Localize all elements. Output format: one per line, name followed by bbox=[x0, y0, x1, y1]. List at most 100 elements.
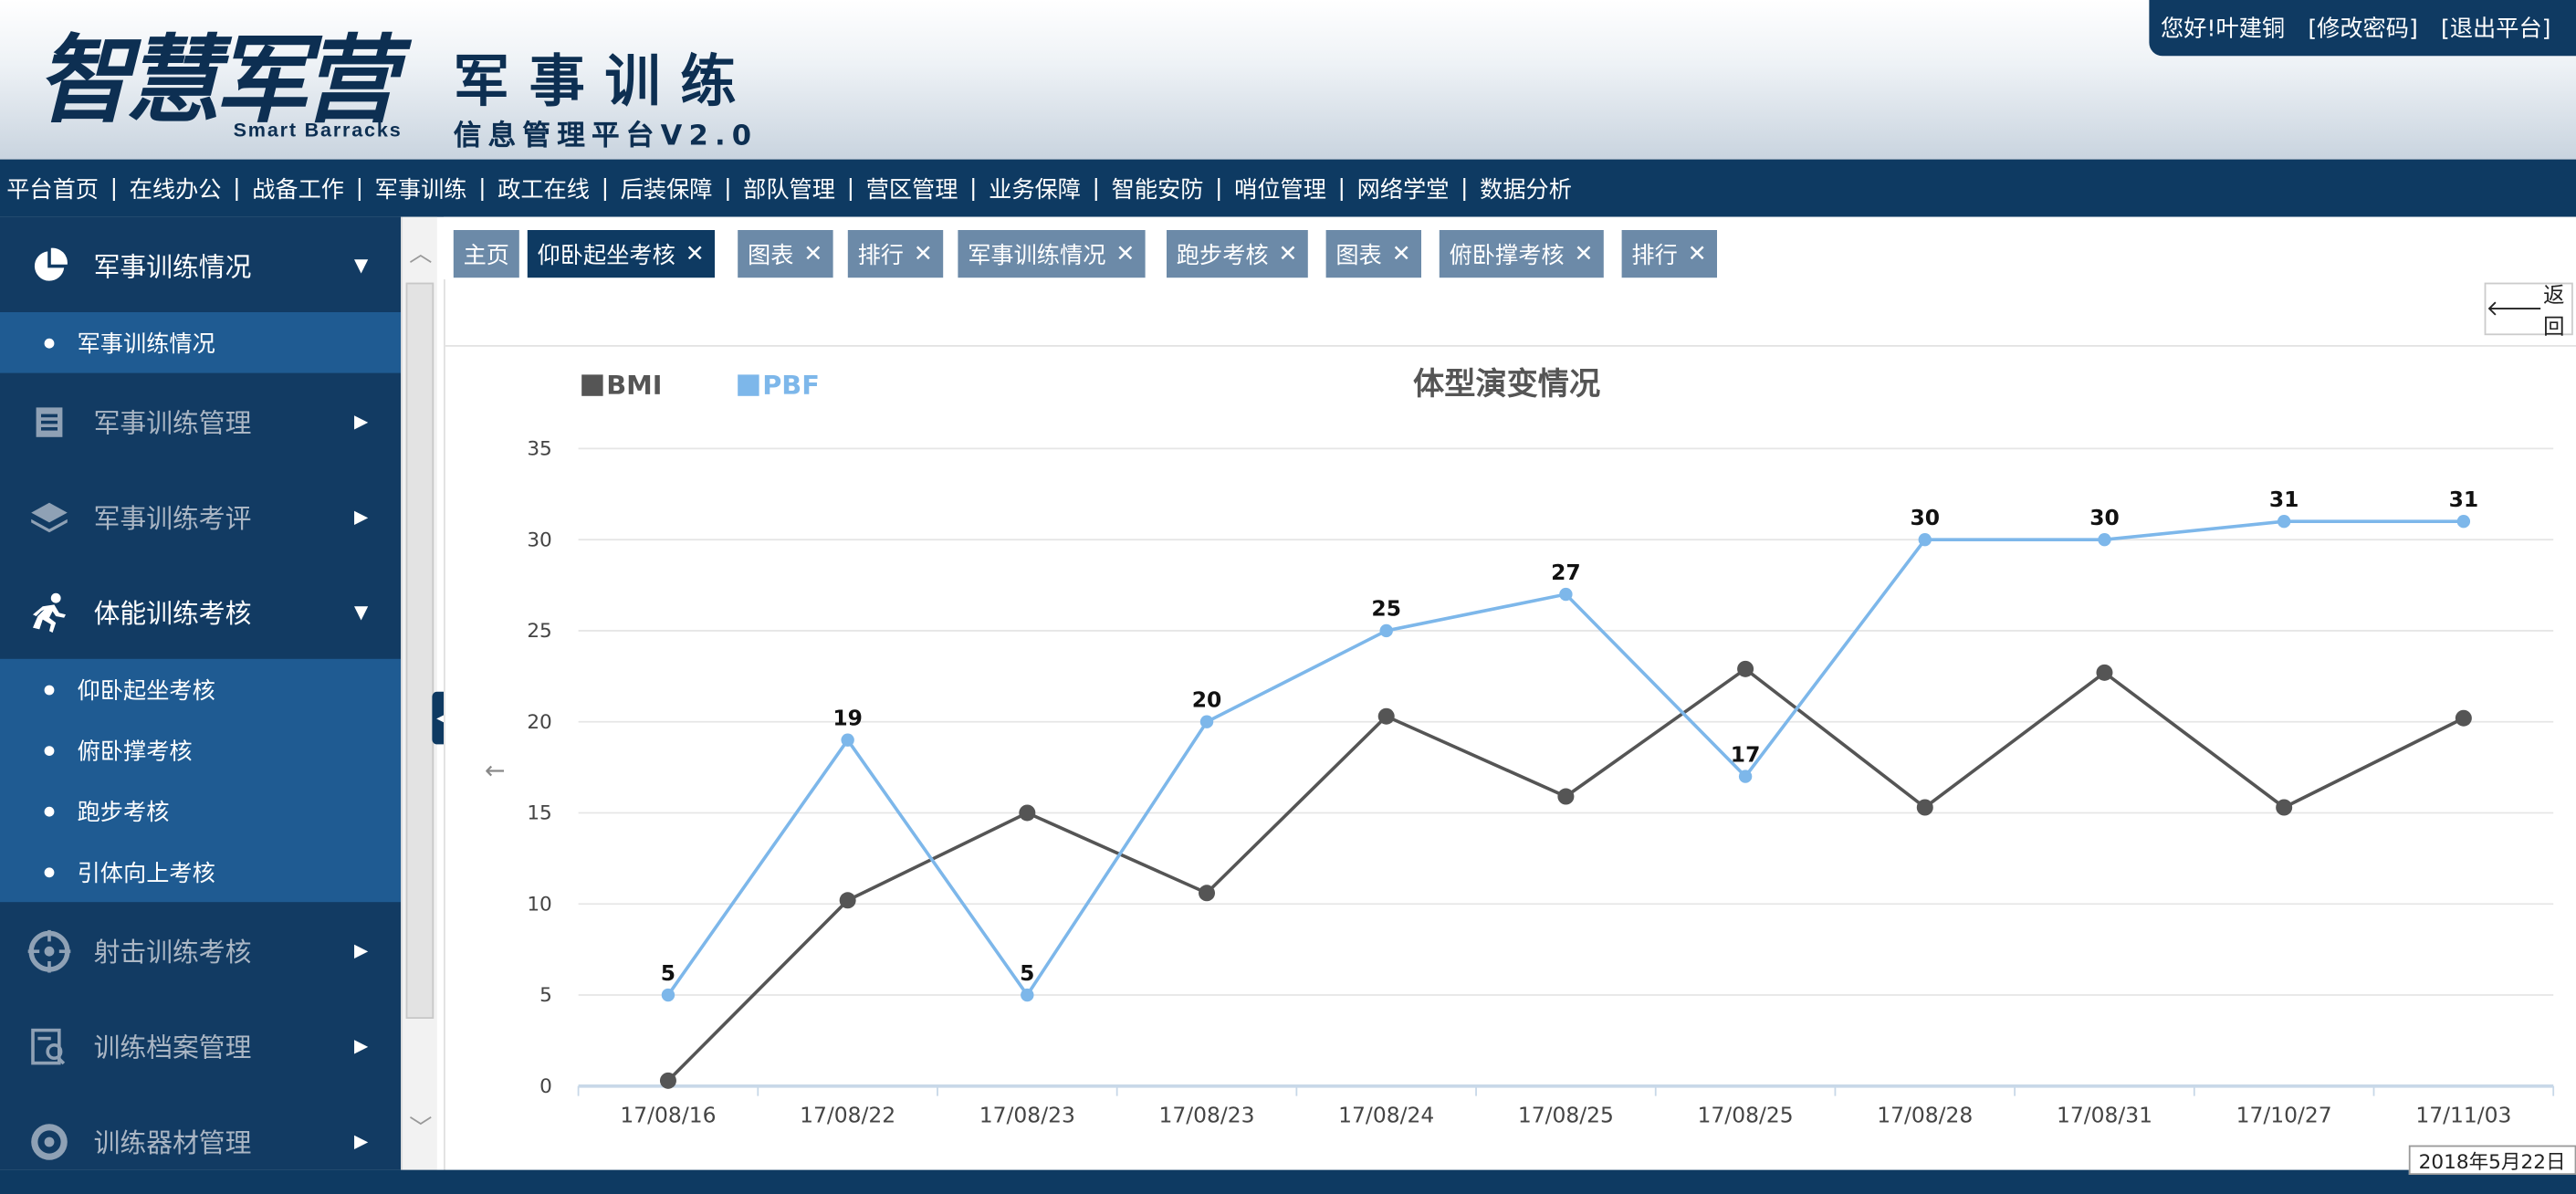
nav-separator: | bbox=[846, 174, 855, 202]
nav-item[interactable]: 战备工作 bbox=[246, 172, 351, 204]
close-icon[interactable]: ✕ bbox=[803, 241, 822, 267]
data-point bbox=[1737, 660, 1754, 677]
nav-item[interactable]: 平台首页 bbox=[0, 172, 105, 204]
tab[interactable]: 军事训练情况 ✕ bbox=[958, 230, 1146, 278]
user-panel: 您好!叶建铜 [修改密码] [退出平台] bbox=[2149, 0, 2576, 57]
data-point bbox=[1916, 799, 1933, 816]
bullet-icon bbox=[44, 337, 55, 348]
x-tick-label: 17/10/27 bbox=[2236, 1102, 2332, 1127]
nav-item[interactable]: 军事训练 bbox=[368, 172, 473, 204]
tab[interactable]: 仰卧起坐考核 ✕ bbox=[527, 230, 715, 278]
tab[interactable]: 跑步考核 ✕ bbox=[1167, 230, 1308, 278]
nav-item[interactable]: 后装保障 bbox=[613, 172, 718, 204]
bullet-icon bbox=[44, 684, 55, 695]
menu-training-eval[interactable]: 军事训练考评 ▶ bbox=[0, 468, 401, 563]
divider bbox=[445, 345, 2576, 347]
nav-item[interactable]: 数据分析 bbox=[1473, 172, 1578, 204]
app-header: 智慧军营 Smart Barracks 军事训练 信息管理平台V2.0 您好!叶… bbox=[0, 0, 2576, 160]
tab[interactable]: 图表 ✕ bbox=[1325, 230, 1421, 278]
data-point bbox=[1918, 532, 1932, 547]
data-label: 31 bbox=[2449, 487, 2479, 512]
logout-link[interactable]: [退出平台] bbox=[2441, 12, 2550, 45]
nav-item[interactable]: 智能安防 bbox=[1105, 172, 1209, 204]
target-icon bbox=[28, 1121, 71, 1164]
tab[interactable]: 排行 ✕ bbox=[1621, 230, 1717, 278]
nav-separator: | bbox=[1337, 174, 1346, 202]
data-point bbox=[2276, 799, 2293, 816]
legend-label: BMI bbox=[606, 370, 662, 401]
change-password-link[interactable]: [修改密码] bbox=[2308, 12, 2417, 45]
tab[interactable]: 主页 bbox=[453, 230, 519, 278]
data-point bbox=[1199, 885, 1216, 902]
close-icon[interactable]: ✕ bbox=[1688, 241, 1707, 267]
close-icon[interactable]: ✕ bbox=[1115, 241, 1135, 267]
data-point bbox=[659, 1072, 676, 1089]
scroll-up-icon[interactable]: ︿ bbox=[403, 236, 439, 269]
close-icon[interactable]: ✕ bbox=[1392, 241, 1411, 267]
nav-separator: | bbox=[110, 174, 119, 202]
y-tick-label: 25 bbox=[527, 620, 551, 643]
sidebar: 军事训练情况 ▼ 军事训练情况 军事训练管理 ▶ 军事训练考评 ▶ 体能训练考核… bbox=[0, 216, 402, 1170]
nav-separator: | bbox=[969, 174, 978, 202]
y-tick-label: 10 bbox=[527, 893, 551, 916]
y-tick-label: 20 bbox=[527, 711, 551, 734]
data-point bbox=[2456, 515, 2471, 529]
data-label: 19 bbox=[832, 705, 863, 730]
sidebar-item-label: 俯卧撑考核 bbox=[77, 738, 193, 765]
data-point bbox=[1379, 623, 1393, 638]
caret-down-icon: ▼ bbox=[353, 600, 369, 623]
data-label: 17 bbox=[1731, 741, 1761, 767]
menu-archive[interactable]: 训练档案管理 ▶ bbox=[0, 998, 401, 1093]
nav-item[interactable]: 业务保障 bbox=[982, 172, 1087, 204]
nav-separator: | bbox=[601, 174, 610, 202]
sidebar-item-training-status[interactable]: 军事训练情况 bbox=[0, 312, 401, 373]
nav-item[interactable]: 政工在线 bbox=[491, 172, 596, 204]
back-button[interactable]: 🡐 返回 bbox=[2484, 282, 2573, 340]
close-icon[interactable]: ✕ bbox=[686, 241, 705, 267]
menu-equipment-label: 训练器材管理 bbox=[93, 1126, 252, 1158]
y-tick-label: 15 bbox=[527, 802, 551, 825]
menu-training-status[interactable]: 军事训练情况 ▼ bbox=[0, 217, 401, 312]
caret-right-icon: ▶ bbox=[353, 505, 369, 527]
y-tick-label: 30 bbox=[527, 529, 551, 551]
nav-item[interactable]: 部队管理 bbox=[737, 172, 842, 204]
x-tick-label: 17/08/25 bbox=[1518, 1102, 1614, 1127]
tab[interactable]: 图表 ✕ bbox=[738, 230, 833, 278]
menu-fitness[interactable]: 体能训练考核 ▼ bbox=[0, 563, 401, 658]
tab[interactable]: 排行 ✕ bbox=[847, 230, 943, 278]
scroll-thumb[interactable] bbox=[405, 282, 435, 1020]
nav-item[interactable]: 在线办公 bbox=[122, 172, 227, 204]
close-icon[interactable]: ✕ bbox=[1278, 241, 1297, 267]
data-point bbox=[1559, 587, 1573, 602]
tab-label: 跑步考核 bbox=[1176, 242, 1269, 269]
close-icon[interactable]: ✕ bbox=[914, 241, 933, 267]
x-tick-label: 17/11/03 bbox=[2415, 1102, 2511, 1127]
scroll-down-icon[interactable]: ﹀ bbox=[403, 1111, 439, 1144]
nav-item[interactable]: 哨位管理 bbox=[1228, 172, 1333, 204]
bullet-icon bbox=[44, 866, 55, 877]
nav-separator: | bbox=[1461, 174, 1469, 202]
nav-separator: | bbox=[1215, 174, 1223, 202]
y-tick-label: 0 bbox=[539, 1075, 552, 1098]
document-search-icon bbox=[28, 1025, 71, 1068]
pie-chart-icon bbox=[28, 245, 71, 288]
sidebar-item-fitness[interactable]: 仰卧起坐考核 bbox=[0, 659, 401, 720]
close-icon[interactable]: ✕ bbox=[1574, 241, 1593, 267]
sidebar-scrollbar[interactable]: ︿ ﹀ bbox=[401, 216, 439, 1170]
sidebar-item-fitness[interactable]: 俯卧撑考核 bbox=[0, 719, 401, 780]
nav-item[interactable]: 网络学堂 bbox=[1350, 172, 1455, 204]
sidebar-item-fitness[interactable]: 跑步考核 bbox=[0, 780, 401, 842]
tab[interactable]: 俯卧撑考核 ✕ bbox=[1439, 230, 1604, 278]
x-tick-label: 17/08/22 bbox=[800, 1102, 895, 1127]
caret-down-icon: ▼ bbox=[353, 254, 369, 276]
nav-item[interactable]: 营区管理 bbox=[859, 172, 964, 204]
x-tick-label: 17/08/24 bbox=[1338, 1102, 1434, 1127]
menu-training-manage[interactable]: 军事训练管理 ▶ bbox=[0, 373, 401, 468]
menu-equipment[interactable]: 训练器材管理 ▶ bbox=[0, 1093, 401, 1170]
data-point bbox=[1199, 715, 1214, 728]
menu-shooting[interactable]: 射击训练考核 ▶ bbox=[0, 902, 401, 997]
bullet-icon bbox=[44, 745, 55, 756]
data-point bbox=[1021, 988, 1034, 1002]
sidebar-item-fitness[interactable]: 引体向上考核 bbox=[0, 842, 401, 903]
user-greeting: 您好!叶建铜 bbox=[2161, 16, 2286, 43]
